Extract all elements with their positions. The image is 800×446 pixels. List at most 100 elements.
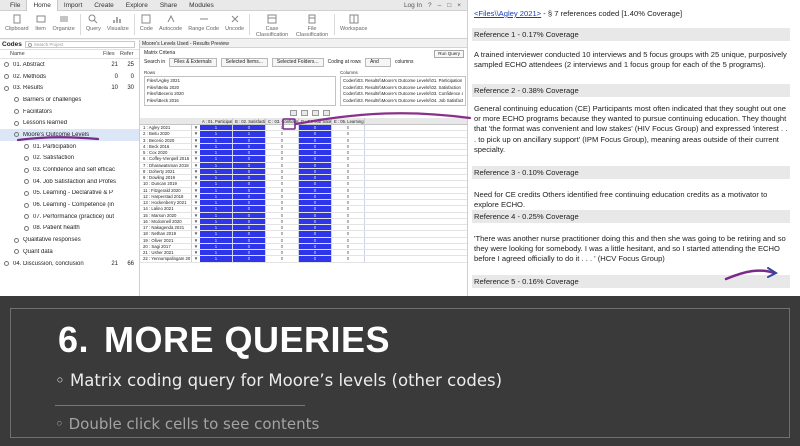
matrix-cell[interactable]: 0 bbox=[266, 256, 299, 262]
matrix-cell[interactable]: 0 bbox=[266, 150, 299, 156]
matrix-cell[interactable]: 1 bbox=[200, 131, 233, 137]
col-references[interactable]: Refer bbox=[120, 51, 133, 57]
add-icon[interactable] bbox=[290, 110, 297, 116]
matrix-cell[interactable]: 0 bbox=[233, 162, 266, 168]
filter-icon[interactable]: ▼ bbox=[192, 169, 200, 174]
matrix-cell[interactable]: 0 bbox=[266, 131, 299, 137]
filter-icon[interactable]: ▼ bbox=[192, 219, 200, 224]
file-link[interactable]: <Files\\Agley 2021> bbox=[474, 9, 541, 18]
matrix-cell[interactable]: 1 bbox=[200, 137, 233, 143]
matrix-cell[interactable]: 0 bbox=[299, 168, 332, 174]
filter-icon[interactable]: ▼ bbox=[192, 213, 200, 218]
matrix-cell[interactable]: 0 bbox=[266, 237, 299, 243]
matrix-cell[interactable]: 1 bbox=[200, 237, 233, 243]
uncode-button[interactable]: Uncode bbox=[222, 11, 247, 38]
menu-tab-file[interactable]: File bbox=[4, 0, 26, 11]
matrix-row-label[interactable]: 19 : Oliver 2021 bbox=[140, 237, 192, 243]
matrix-cell[interactable]: 0 bbox=[299, 187, 332, 193]
matrix-cell[interactable]: 0 bbox=[299, 231, 332, 237]
filter-icon[interactable]: ▼ bbox=[192, 256, 200, 261]
matrix-cell[interactable]: 1 bbox=[233, 131, 266, 137]
matrix-cell[interactable]: 0 bbox=[332, 212, 365, 218]
matrix-cell[interactable]: 0 bbox=[299, 237, 332, 243]
range-code-button[interactable]: Range Code bbox=[185, 11, 222, 38]
col-name[interactable]: Name bbox=[10, 51, 25, 57]
matrix-row-label[interactable]: 17 : Nakagenda 2021 bbox=[140, 225, 192, 231]
matrix-cell[interactable]: 0 bbox=[266, 206, 299, 212]
list-item[interactable]: Files\\Agley 2021 bbox=[147, 78, 333, 85]
matrix-cell[interactable]: 0 bbox=[299, 200, 332, 206]
and-select[interactable]: And bbox=[364, 57, 391, 67]
matrix-cell[interactable]: 0 bbox=[266, 218, 299, 224]
codes-tree-item[interactable]: Qualitative responses bbox=[0, 234, 139, 246]
list-item[interactable]: Files\\Becerio 2020 bbox=[147, 91, 333, 98]
filter-icon[interactable]: ▼ bbox=[192, 188, 200, 193]
list-item[interactable]: Files\\Beitu 2020 bbox=[147, 85, 333, 92]
list-item[interactable]: Codes\\03. Results\\Moore's Outcome Leve… bbox=[343, 98, 463, 105]
matrix-cell[interactable]: 0 bbox=[233, 150, 266, 156]
matrix-cell[interactable]: 0 bbox=[332, 231, 365, 237]
matrix-row-label[interactable]: 12 : Harperstad 2018 bbox=[140, 193, 192, 199]
matrix-cell[interactable]: 0 bbox=[266, 181, 299, 187]
matrix-cell[interactable]: 0 bbox=[233, 212, 266, 218]
matrix-cell[interactable]: 0 bbox=[233, 225, 266, 231]
matrix-cell[interactable]: 0 bbox=[266, 225, 299, 231]
matrix-cell[interactable]: 1 bbox=[200, 187, 233, 193]
matrix-cell[interactable]: 1 bbox=[200, 156, 233, 162]
matrix-row-label[interactable]: 4 : Beck 2016 bbox=[140, 143, 192, 149]
filter-icon[interactable]: ▼ bbox=[192, 206, 200, 211]
matrix-cell[interactable]: 0 bbox=[233, 237, 266, 243]
matrix-cell[interactable]: 1 bbox=[200, 212, 233, 218]
filter-icon[interactable]: ▼ bbox=[192, 231, 200, 236]
matrix-col-header[interactable]: E : 05. Learning bbox=[332, 118, 365, 124]
matrix-cell[interactable]: 0 bbox=[299, 250, 332, 256]
list-item[interactable]: Codes\\03. Results\\Moore's Outcome Leve… bbox=[343, 78, 463, 85]
menu-tab-import[interactable]: Import bbox=[58, 0, 88, 11]
matrix-row-label[interactable]: 8 : Doherty 2021 bbox=[140, 168, 192, 174]
filter-icon[interactable]: ▼ bbox=[192, 194, 200, 199]
matrix-cell[interactable]: 0 bbox=[332, 131, 365, 137]
matrix-row-label[interactable]: 2 : Beitu 2020 bbox=[140, 131, 192, 137]
matrix-cell[interactable]: 1 bbox=[200, 250, 233, 256]
filter-icon[interactable]: ▼ bbox=[192, 250, 200, 255]
matrix-cell[interactable]: 0 bbox=[332, 243, 365, 249]
matrix-row-label[interactable]: 7 : Dharawatsman 2018 bbox=[140, 162, 192, 168]
matrix-row-label[interactable]: 13 : Hockenberry 2021 bbox=[140, 200, 192, 206]
matrix-cell[interactable]: 0 bbox=[332, 181, 365, 187]
codes-tree-item[interactable]: 01. Participation bbox=[0, 141, 139, 153]
maximize-icon[interactable]: □ bbox=[447, 2, 451, 9]
matrix-cell[interactable]: 0 bbox=[233, 256, 266, 262]
codes-tree-item[interactable]: 04. Discussion, conclusion 21 66 bbox=[0, 258, 139, 270]
matrix-cell[interactable]: 0 bbox=[233, 193, 266, 199]
filter-icon[interactable]: ▼ bbox=[192, 125, 200, 130]
list-item[interactable]: Codes\\03. Results\\Moore's Outcome Leve… bbox=[343, 85, 463, 92]
matrix-cell[interactable]: 0 bbox=[266, 200, 299, 206]
matrix-cell[interactable]: 0 bbox=[233, 156, 266, 162]
matrix-cell[interactable]: 0 bbox=[299, 206, 332, 212]
matrix-cell[interactable]: 0 bbox=[332, 256, 365, 262]
matrix-cell[interactable]: 0 bbox=[299, 125, 332, 131]
matrix-cell[interactable]: 1 bbox=[200, 168, 233, 174]
matrix-cell[interactable]: 0 bbox=[299, 175, 332, 181]
minimize-icon[interactable]: – bbox=[438, 2, 442, 9]
matrix-cell[interactable]: 0 bbox=[332, 162, 365, 168]
codes-tree-item[interactable]: Barriers or challenges bbox=[0, 94, 139, 106]
query-button[interactable]: Query bbox=[83, 11, 104, 38]
matrix-cell[interactable]: 0 bbox=[266, 243, 299, 249]
matrix-cell[interactable]: 0 bbox=[299, 218, 332, 224]
filter-icon[interactable]: ▼ bbox=[192, 244, 200, 249]
organize-button[interactable]: Organize bbox=[50, 11, 78, 38]
matrix-col-header[interactable]: C : 03. Confidence bbox=[266, 118, 299, 124]
matrix-cell[interactable]: 1 bbox=[200, 143, 233, 149]
matrix-cell[interactable]: 1 bbox=[200, 181, 233, 187]
matrix-row-label[interactable]: 11 : Fitzgerald 2020 bbox=[140, 187, 192, 193]
matrix-cell[interactable]: 0 bbox=[332, 237, 365, 243]
code-button[interactable]: Code bbox=[137, 11, 156, 38]
matrix-cell[interactable]: 0 bbox=[332, 175, 365, 181]
remove-icon[interactable] bbox=[301, 110, 308, 116]
matrix-cell[interactable]: 0 bbox=[332, 218, 365, 224]
menu-tab-create[interactable]: Create bbox=[88, 0, 120, 11]
matrix-cell[interactable]: 0 bbox=[299, 150, 332, 156]
matrix-cell[interactable]: 0 bbox=[266, 143, 299, 149]
matrix-cell[interactable]: 0 bbox=[299, 256, 332, 262]
